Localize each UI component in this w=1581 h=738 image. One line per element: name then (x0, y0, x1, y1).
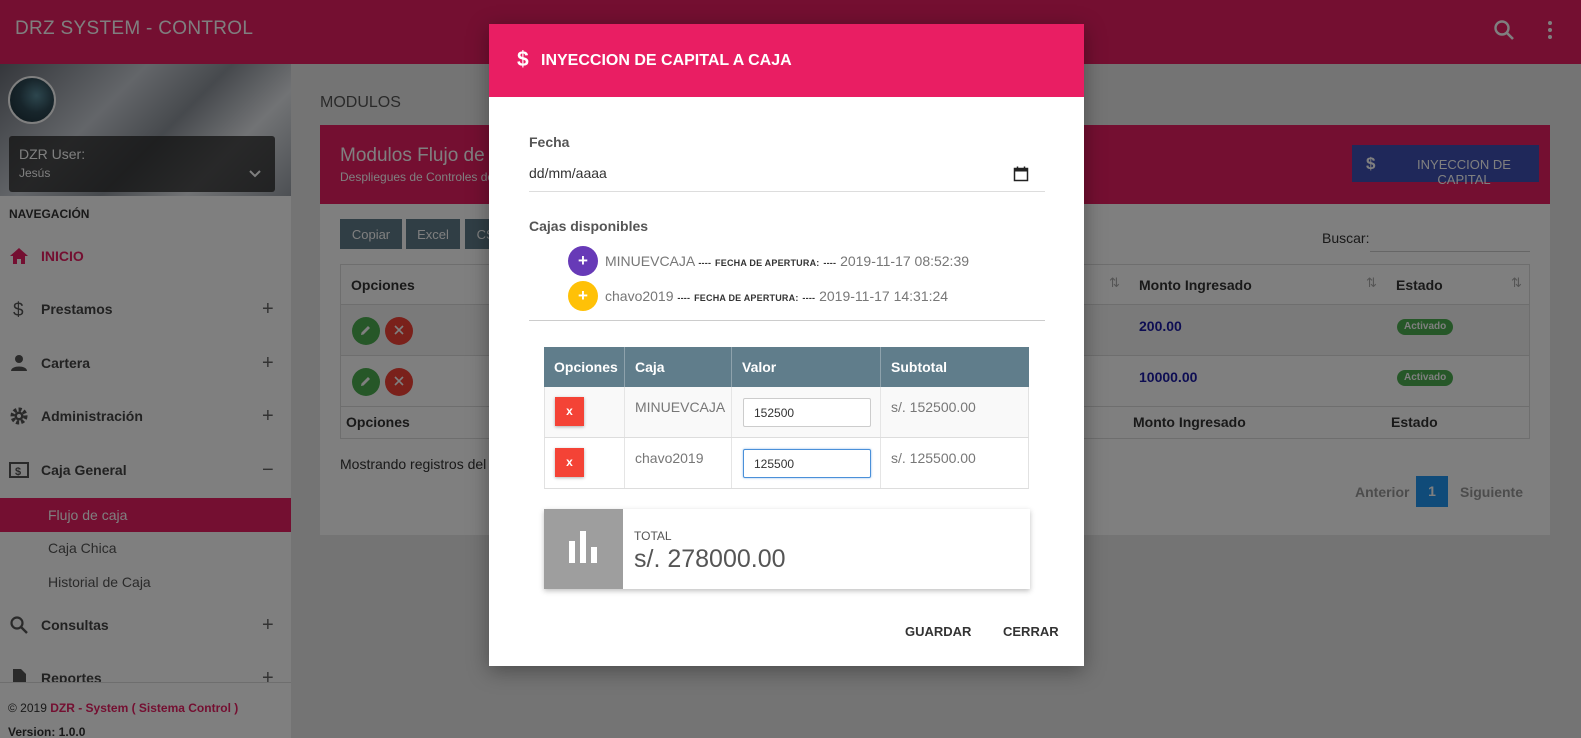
dollar-icon: $ (517, 48, 529, 71)
caja-apertura-date: 2019-11-17 08:52:39 (840, 253, 970, 269)
column-divider (624, 347, 625, 387)
bar-chart-icon (544, 509, 623, 589)
column-divider (731, 387, 732, 437)
caja-option-text: MINUEVCAJA ---- FECHA DE APERTURA: ---- … (605, 253, 969, 269)
valor-input[interactable] (743, 398, 871, 427)
caja-separator: ---- (802, 293, 816, 303)
caja-option: + MINUEVCAJA ---- FECHA DE APERTURA: ---… (568, 246, 1008, 276)
guardar-button[interactable]: GUARDAR (905, 624, 971, 639)
cerrar-button[interactable]: CERRAR (1003, 624, 1059, 639)
remove-row-button[interactable]: x (555, 397, 584, 426)
column-divider (880, 387, 881, 437)
column-header-subtotal: Subtotal (891, 359, 947, 375)
cajas-disponibles-label: Cajas disponibles (529, 218, 649, 234)
add-caja-button[interactable]: + (568, 281, 598, 311)
column-divider (731, 347, 732, 387)
caja-name: chavo2019 (605, 288, 674, 304)
column-divider (624, 387, 625, 437)
total-info-box: TOTAL s/. 278000.00 (544, 509, 1030, 589)
fecha-label: Fecha (529, 134, 570, 150)
caja-apertura-date: 2019-11-17 14:31:24 (819, 288, 949, 304)
remove-row-button[interactable]: x (555, 448, 584, 477)
column-divider (880, 438, 881, 488)
column-header-opciones: Opciones (554, 359, 618, 375)
total-value: s/. 278000.00 (634, 545, 786, 573)
caja-cell: MINUEVCAJA (635, 399, 726, 415)
calendar-icon[interactable] (1013, 166, 1029, 182)
table-row: x MINUEVCAJA s/. 152500.00 (544, 387, 1029, 438)
table-row: x chavo2019 s/. 125500.00 (544, 438, 1029, 489)
caja-option-text: chavo2019 ---- FECHA DE APERTURA: ---- 2… (605, 288, 948, 304)
add-caja-button[interactable]: + (568, 246, 598, 276)
fecha-value: dd/mm/aaaa (529, 165, 607, 181)
column-divider (880, 347, 881, 387)
caja-separator: ---- (698, 258, 712, 268)
caja-apertura-label: FECHA DE APERTURA: (715, 258, 820, 268)
fecha-date-input[interactable]: dd/mm/aaaa (529, 158, 1045, 192)
caja-separator: ---- (677, 293, 691, 303)
subtotal-cell: s/. 125500.00 (891, 450, 976, 466)
injection-table-header: Opciones Caja Valor Subtotal (544, 347, 1029, 387)
column-divider (624, 438, 625, 488)
column-header-valor: Valor (742, 359, 777, 375)
valor-input[interactable] (743, 449, 871, 478)
inyeccion-capital-modal: $ INYECCION DE CAPITAL A CAJA Fecha dd/m… (489, 24, 1084, 666)
caja-name: MINUEVCAJA (605, 253, 695, 269)
modal-title: INYECCION DE CAPITAL A CAJA (541, 52, 792, 69)
column-divider (731, 438, 732, 488)
subtotal-cell: s/. 152500.00 (891, 399, 976, 415)
divider (529, 320, 1045, 321)
modal-header: $ INYECCION DE CAPITAL A CAJA (489, 24, 1084, 97)
caja-cell: chavo2019 (635, 450, 704, 466)
total-label: TOTAL (634, 529, 672, 543)
caja-separator: ---- (823, 258, 837, 268)
caja-option: + chavo2019 ---- FECHA DE APERTURA: ----… (568, 281, 1008, 311)
column-header-caja: Caja (635, 359, 665, 375)
caja-apertura-label: FECHA DE APERTURA: (694, 293, 799, 303)
